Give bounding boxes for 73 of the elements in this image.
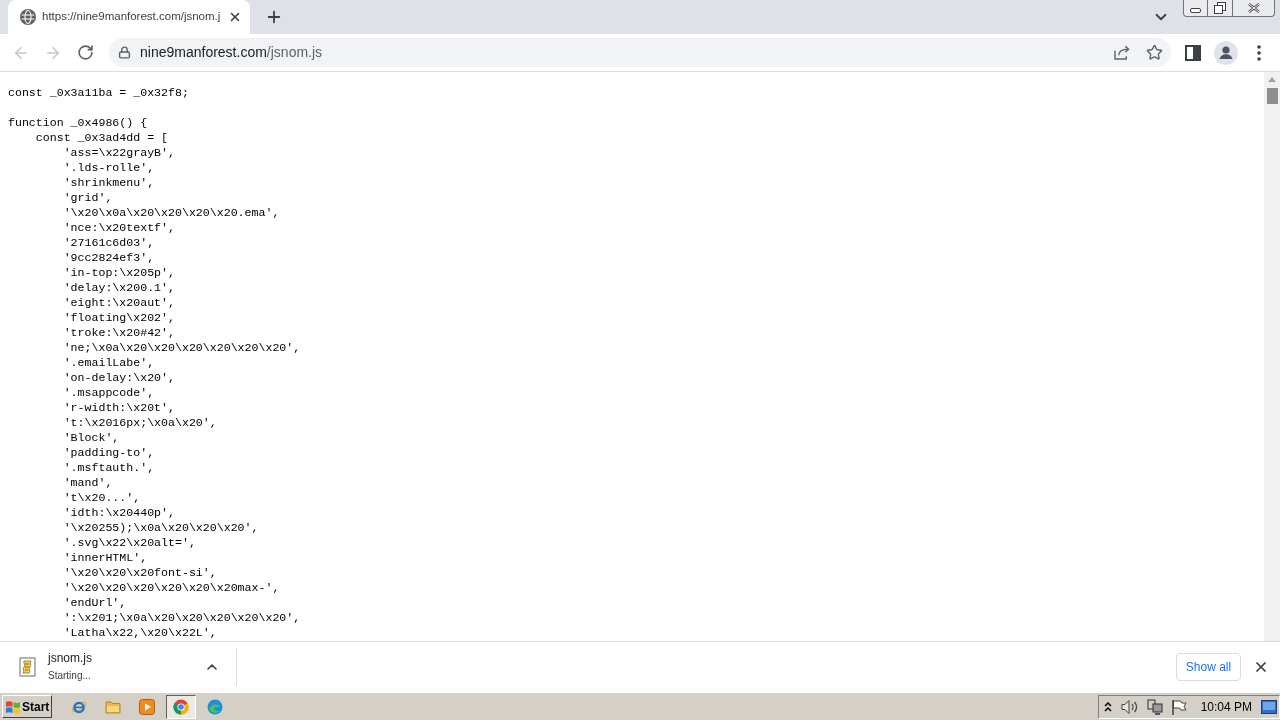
star-icon — [1145, 44, 1163, 61]
code-line: 'idth:\x20440p', — [63, 505, 175, 520]
code-line: function _0x4986() { — [8, 115, 148, 130]
share-icon — [1113, 45, 1131, 60]
code-line: const _0x3a11ba = _0x32f8; — [8, 85, 189, 100]
code-line: ':\x201;\x0a\x20\x20\x20\x20\x20', — [63, 610, 301, 625]
url-text: nine9manforest.com/jsnom.js — [140, 43, 323, 62]
flag-icon[interactable] — [1170, 698, 1187, 715]
code-line: 'innerHTML', — [63, 550, 148, 565]
code-line: 'ne;\x0a\x20\x20\x20\x20\x20\x20', — [63, 340, 301, 355]
code-line: const _0x3ad4dd = [ — [35, 130, 169, 145]
swirl-icon — [207, 698, 223, 715]
code-line: 'troke:\x20#42', — [63, 325, 175, 340]
code-line: 'grid', — [63, 190, 113, 205]
address-bar[interactable]: nine9manforest.com/jsnom.js — [109, 38, 1171, 67]
reload-icon — [76, 44, 94, 61]
code-line: 'nce:\x20textf', — [63, 220, 175, 235]
code-line: 'on-delay:\x20', — [63, 370, 175, 385]
chevron-up-icon[interactable] — [1102, 700, 1113, 713]
close-icon — [1253, 659, 1269, 675]
play-icon — [139, 698, 155, 715]
minimize-button[interactable] — [1183, 0, 1208, 17]
download-status: Starting... — [48, 669, 91, 683]
minimize-icon — [1190, 8, 1201, 13]
start-button[interactable]: Start — [2, 695, 52, 718]
code-line: 'floating\x202', — [63, 310, 175, 325]
code-line: '.emailLabe', — [63, 355, 155, 370]
scrollbar-thumb[interactable] — [1266, 88, 1278, 104]
code-line: 'in-top:\x205p', — [63, 265, 175, 280]
lock-icon — [118, 46, 131, 59]
code-line: '.msftauth.', — [63, 460, 155, 475]
window-close-button[interactable] — [1233, 0, 1275, 17]
restore-button[interactable] — [1208, 0, 1233, 17]
code-line: 'mand', — [63, 475, 113, 490]
browser-tab[interactable]: https://nine9manforest.com/jsnom.j — [8, 0, 251, 34]
code-line: '.msappcode', — [63, 385, 155, 400]
download-filename: jsnom.js — [48, 651, 92, 666]
code-line: 'padding-to', — [63, 445, 155, 460]
restore-icon — [1214, 2, 1226, 14]
code-line: 'delay:\x200.1', — [63, 280, 175, 295]
side-panel-icon — [1185, 44, 1201, 61]
code-line: '.lds-rolle', — [63, 160, 155, 175]
code-line: '\x20\x0a\x20\x20\x20\x20.ema', — [63, 205, 280, 220]
code-line: '9cc2824ef3', — [63, 250, 155, 265]
show-all-button[interactable]: Show all — [1176, 653, 1241, 681]
folder-icon — [105, 698, 121, 715]
code-line: 'endUrl', — [63, 595, 127, 610]
script-document-icon — [18, 657, 38, 677]
menu-icon — [1257, 44, 1261, 61]
code-line: '.svg\x22\x20alt=', — [63, 535, 196, 550]
close-icon — [1247, 3, 1260, 13]
code-line: 'r-width:\x20t', — [63, 400, 175, 415]
code-line: 't:\x2016px;\x0a\x20', — [63, 415, 217, 430]
taskbar-app-button[interactable] — [166, 694, 196, 719]
code-line: '\x20\x20\x20\x20\x20\x20max-', — [63, 580, 280, 595]
code-line: 'eight:\x20aut', — [63, 295, 175, 310]
avatar-icon — [1214, 40, 1238, 65]
code-line: '\x20255);\x0a\x20\x20\x20', — [63, 520, 259, 535]
desktop-icon[interactable] — [1261, 699, 1277, 714]
flag-logo-icon — [5, 698, 21, 715]
speaker-icon[interactable] — [1120, 698, 1139, 715]
clock-text[interactable]: 10:04 PM — [1200, 697, 1252, 716]
code-line: 'shrinkmenu', — [63, 175, 155, 190]
profile-button[interactable] — [1212, 38, 1240, 67]
code-line: 'Latha\x22,\x20\x22L', — [63, 625, 217, 640]
code-line: '\x20\x20\x20font-si', — [63, 565, 217, 580]
code-line: '27161c6d03', — [63, 235, 155, 250]
globe-icon — [20, 9, 36, 25]
network-icon[interactable] — [1146, 698, 1163, 715]
circle-logo-icon — [173, 698, 189, 715]
code-line: 't\x20...', — [63, 490, 141, 505]
code-line: 'Block', — [63, 430, 120, 445]
code-line: 'ass=\x22grayB', — [63, 145, 175, 160]
